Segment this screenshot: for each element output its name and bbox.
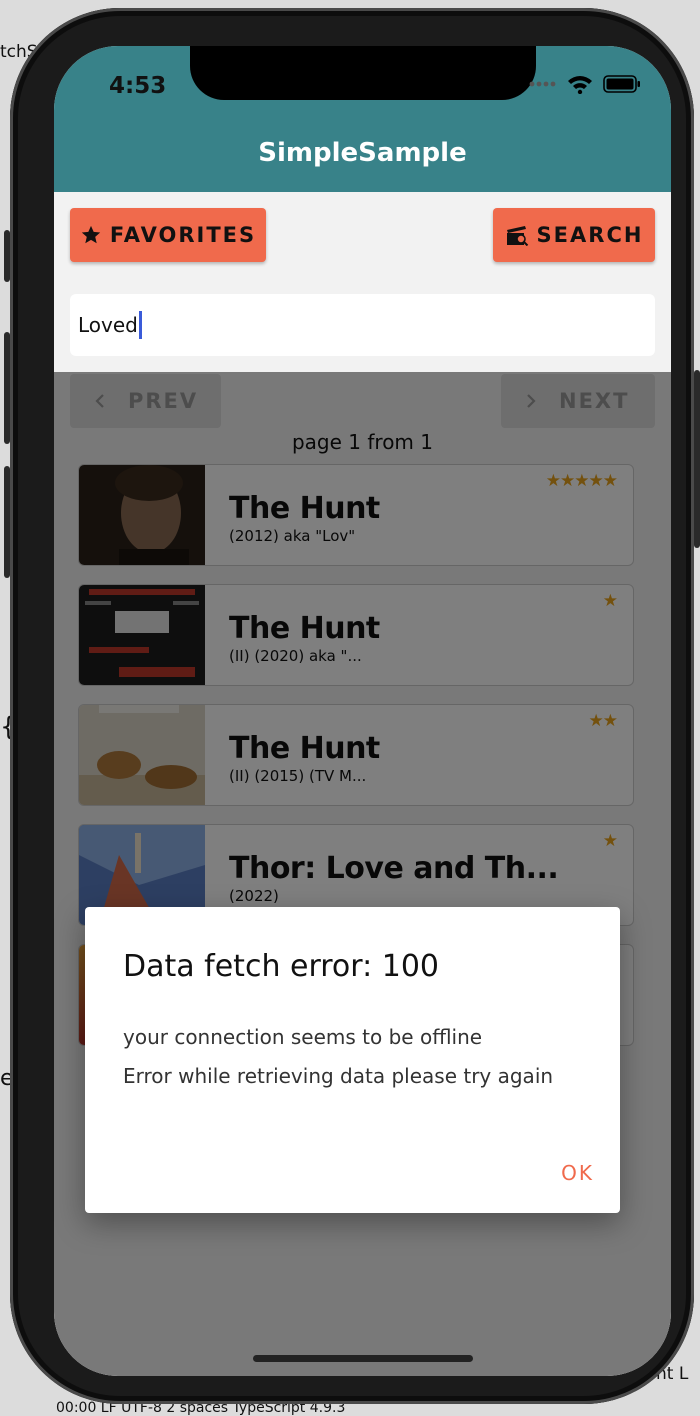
search-input-value: Loved (78, 313, 138, 337)
text-caret (138, 311, 142, 339)
dialog-message-line: Error while retrieving data please try a… (123, 1064, 554, 1088)
home-indicator (253, 1355, 473, 1362)
status-icons (529, 74, 641, 94)
star-icon (81, 225, 101, 244)
battery-icon (603, 75, 640, 93)
ok-button[interactable]: OK (561, 1161, 594, 1185)
dialog-message-line: your connection seems to be offline (123, 1025, 483, 1049)
favorites-button-label: FAVORITES (109, 223, 257, 247)
error-dialog: Data fetch error: 100 your connection se… (85, 907, 620, 1213)
search-button[interactable]: SEARCH (493, 208, 655, 262)
favorites-button[interactable]: FAVORITES (70, 208, 266, 262)
phone-side-button (4, 466, 10, 578)
phone-side-button (4, 230, 10, 282)
movie-search-icon (506, 226, 528, 246)
modal-barrier[interactable] (54, 372, 671, 1376)
status-time: 4:53 (109, 73, 167, 99)
dialog-title: Data fetch error: 100 (123, 949, 439, 984)
phone-side-button (694, 370, 700, 548)
search-input[interactable]: Loved (70, 294, 655, 356)
toolbar: FAVORITES SEARCH Loved (54, 192, 671, 372)
app-title: SimpleSample (258, 138, 467, 168)
app-bar: 4:53 SimpleSample (54, 46, 671, 192)
notch (190, 46, 536, 100)
phone-side-button (4, 332, 10, 444)
search-button-label: SEARCH (536, 223, 644, 247)
wifi-icon (568, 76, 592, 94)
cellular-dots-icon (529, 81, 556, 87)
